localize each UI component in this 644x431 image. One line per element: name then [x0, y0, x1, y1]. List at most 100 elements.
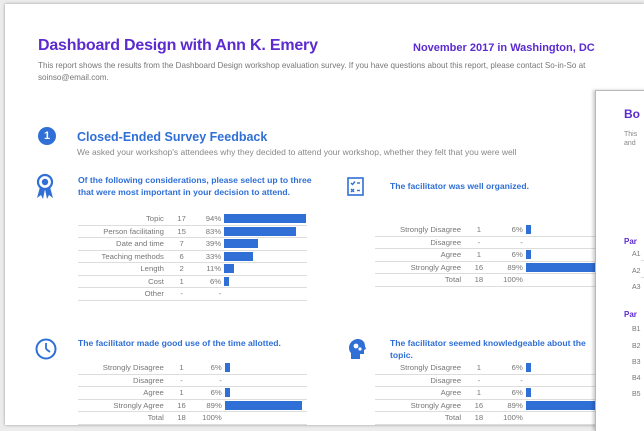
row-count: 1: [169, 362, 194, 375]
head-gears-icon: [349, 339, 366, 359]
row-percent: 94%: [193, 213, 225, 226]
second-report-page: Bo This and Par A1 A2 A3 Par B1 B2 B3 B4…: [595, 90, 644, 431]
row-percent: 6%: [490, 386, 526, 400]
row-bar-cell: [224, 287, 307, 301]
row-bar-cell: [224, 213, 307, 226]
row-percent: -: [490, 374, 526, 387]
row-bar-cell: [224, 374, 307, 387]
second-page-title: Bo: [624, 107, 640, 121]
row-label: Topic: [78, 213, 170, 226]
row-label: Date and time: [78, 237, 170, 251]
row-count: 16: [169, 399, 194, 412]
row-percent: 83%: [193, 225, 225, 238]
row-label: Agree: [375, 248, 468, 262]
row-bar-cell: [224, 262, 307, 276]
question-4-title: The facilitator seemed knowledgeable abo…: [390, 338, 586, 360]
row-count: 1: [467, 386, 491, 400]
question-4-table: Strongly Disagree 1 6% Disagree - - Agree 1 6% St…: [375, 362, 613, 425]
percent-bar: [224, 264, 234, 274]
row-count: -: [467, 236, 491, 249]
question-2-title: The facilitator was well organized.: [390, 181, 529, 191]
table-row: Strongly Disagree 1 6%: [78, 362, 307, 375]
row-label: Strongly Disagree: [375, 362, 468, 375]
row-label: Strongly Disagree: [78, 362, 170, 375]
row-label: Teaching methods: [78, 250, 170, 263]
table-row: Length 2 11%: [78, 262, 307, 276]
row-label: Strongly Agree: [375, 399, 468, 412]
second-page-item: B4: [632, 375, 641, 382]
second-page-item: B5: [632, 391, 641, 398]
row-percent: 89%: [193, 399, 225, 412]
row-percent: -: [490, 236, 526, 249]
second-page-part-b: Par: [624, 310, 637, 319]
row-percent: 39%: [193, 237, 225, 251]
table-row: Agree 1 6%: [375, 386, 613, 400]
row-percent: 89%: [490, 261, 526, 274]
row-count: 17: [169, 213, 194, 226]
row-label: Strongly Agree: [78, 399, 170, 412]
row-label: Agree: [375, 386, 468, 400]
second-page-item: B1: [632, 326, 641, 333]
table-row: Disagree - -: [375, 236, 613, 249]
row-bar-cell: [224, 399, 307, 412]
row-percent: 6%: [490, 248, 526, 262]
report-page: Dashboard Design with Ann K. Emery Novem…: [5, 4, 644, 425]
table-row: Strongly Disagree 1 6%: [375, 362, 613, 375]
row-count: 1: [467, 248, 491, 262]
table-row: Disagree - -: [375, 374, 613, 387]
percent-bar: [224, 251, 253, 261]
row-percent: 11%: [193, 262, 225, 276]
row-percent: 100%: [193, 411, 225, 425]
section-description: We asked your workshop's attendees why t…: [77, 147, 517, 157]
row-percent: 33%: [193, 250, 225, 263]
second-page-part-a: Par: [624, 237, 637, 246]
percent-bar: [224, 400, 303, 410]
table-row: Disagree - -: [78, 374, 307, 387]
row-count: 18: [467, 411, 491, 425]
row-bar-cell: [224, 225, 307, 238]
row-percent: 6%: [193, 386, 225, 400]
table-row: Agree 1 6%: [375, 248, 613, 262]
row-count: 1: [169, 275, 194, 288]
row-count: 1: [467, 224, 491, 237]
row-label: Disagree: [375, 236, 468, 249]
percent-bar: [224, 363, 230, 373]
second-page-item: B3: [632, 359, 641, 366]
percent-bar: [224, 226, 297, 236]
row-label: Strongly Agree: [375, 261, 468, 274]
row-label: Strongly Disagree: [375, 224, 468, 237]
row-percent: 100%: [490, 273, 526, 287]
table-row: Strongly Agree 16 89%: [78, 399, 307, 412]
percent-bar: [525, 225, 532, 235]
percent-bar: [224, 239, 259, 249]
row-count: 1: [467, 362, 491, 375]
table-row: Strongly Agree 16 89%: [375, 399, 613, 412]
second-page-item: A3: [632, 284, 641, 291]
table-row: Strongly Disagree 1 6%: [375, 224, 613, 237]
row-count: 16: [467, 261, 491, 274]
percent-bar: [525, 388, 532, 398]
second-page-text-line: and: [624, 140, 636, 147]
row-label: Length: [78, 262, 170, 276]
row-bar-cell: [224, 275, 307, 288]
table-row: Agree 1 6%: [78, 386, 307, 400]
table-row: Topic 17 94%: [78, 213, 307, 226]
checklist-icon: [347, 177, 364, 196]
percent-bar: [224, 388, 230, 398]
row-percent: -: [193, 287, 225, 301]
second-page-item: B2: [632, 343, 641, 350]
row-count: 6: [169, 250, 194, 263]
table-row: Total 18 100%: [78, 411, 307, 425]
second-page-item: A2: [632, 268, 641, 275]
row-percent: 100%: [490, 411, 526, 425]
question-3-title: The facilitator made good use of the tim…: [78, 338, 281, 348]
row-label: Other: [78, 287, 170, 301]
table-row: Cost 1 6%: [78, 275, 307, 288]
report-title: Dashboard Design with Ann K. Emery: [38, 37, 318, 54]
section-number-badge: 1: [38, 127, 56, 145]
question-3-table: Strongly Disagree 1 6% Disagree - - Agree 1 6% St…: [78, 362, 307, 425]
row-percent: 6%: [193, 275, 225, 288]
row-count: 18: [169, 411, 194, 425]
second-page-item: A1: [632, 251, 641, 258]
row-percent: 6%: [490, 362, 526, 375]
